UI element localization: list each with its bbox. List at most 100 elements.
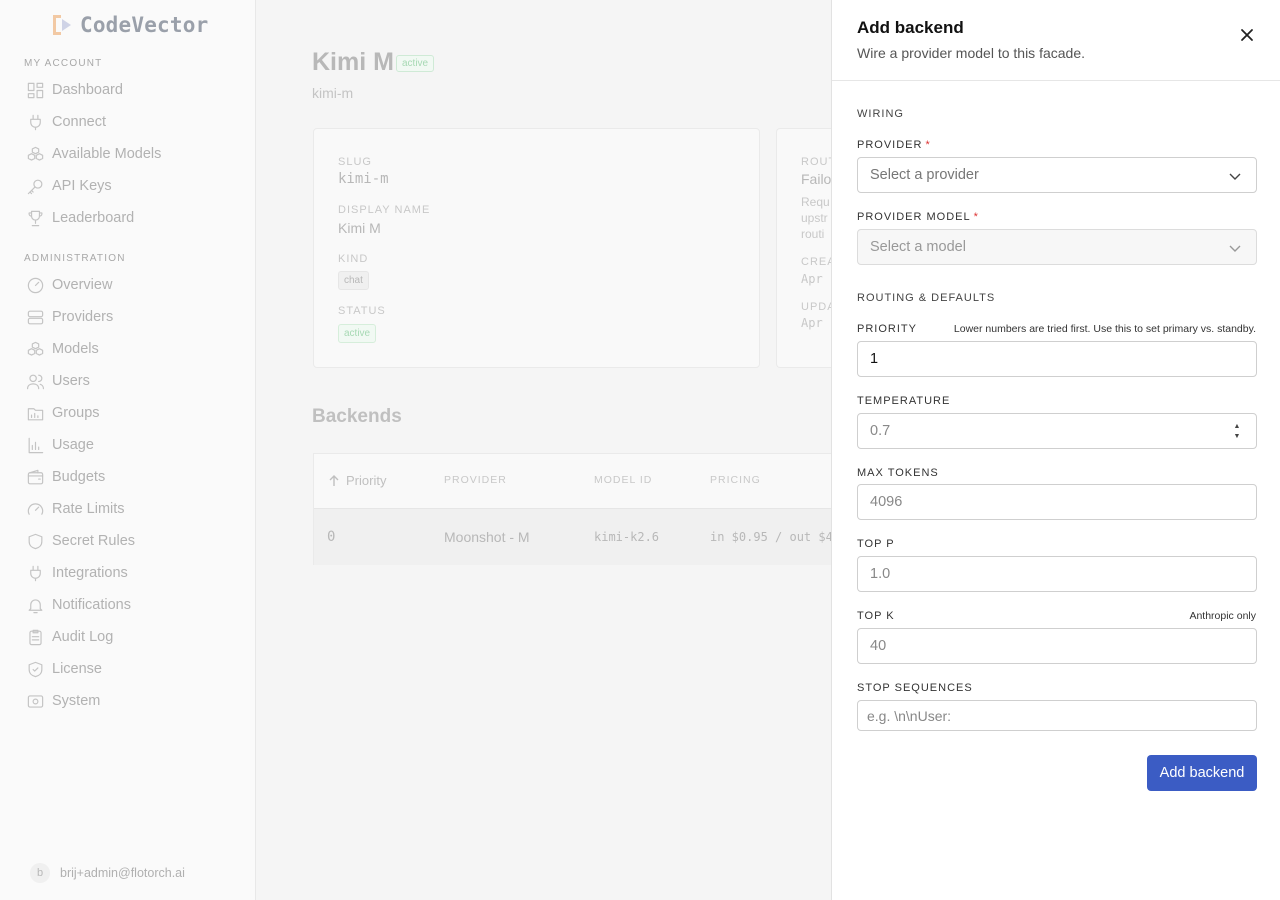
page-subtitle: kimi-m [312, 85, 354, 101]
provider-label: PROVIDER * [857, 139, 931, 151]
top-p-input[interactable]: 1.0 [857, 556, 1257, 592]
backends-heading: Backends [312, 406, 402, 427]
provider-model-select[interactable]: Select a model [857, 229, 1257, 265]
app-logo[interactable]: CodeVector [52, 12, 208, 38]
sidebar-item-budgets[interactable]: Budgets [24, 465, 244, 489]
sidebar-item-label: Integrations [52, 565, 128, 581]
sidebar-item-dashboard[interactable]: Dashboard [24, 78, 244, 102]
add-backend-button[interactable]: Add backend [1147, 755, 1257, 791]
max-tokens-label: MAX TOKENS [857, 467, 939, 479]
bar-chart-icon [24, 434, 46, 456]
status-badge: active [396, 55, 435, 72]
stop-sequences-input-placeholder: e.g. \n\nUser: [867, 707, 952, 724]
max-tokens-input[interactable]: 4096 [857, 484, 1257, 520]
routing-desc-line: routi [801, 227, 825, 241]
top-k-hint: Anthropic only [1189, 610, 1256, 622]
user-email: brij+admin@flotorch.ai [60, 866, 185, 880]
bell-icon [24, 594, 46, 616]
routing-card: ROUT Failo Requ upstr routi CREA Apr UPD… [776, 128, 836, 368]
server-icon [24, 306, 46, 328]
sidebar-item-connect[interactable]: Connect [24, 110, 244, 134]
model-id-cell: kimi-k2.6 [594, 530, 660, 544]
temperature-input[interactable]: 0.7 ▲ ▼ [857, 413, 1257, 449]
provider-model-label-text: PROVIDER MODEL [857, 211, 971, 223]
kind-chip: chat [338, 271, 369, 290]
trophy-icon [24, 207, 46, 229]
priority-column-header[interactable]: Priority [327, 473, 386, 488]
number-stepper[interactable]: ▲ ▼ [1232, 423, 1242, 441]
drawer-subtitle: Wire a provider model to this facade. [857, 45, 1085, 61]
sidebar-item-rate-limits[interactable]: Rate Limits [24, 497, 244, 521]
sidebar-item-models[interactable]: Models [24, 337, 244, 361]
slug-label: SLUG [338, 156, 372, 168]
created-value: Apr [801, 272, 823, 286]
priority-label: PRIORITY [857, 323, 917, 335]
folder-icon [24, 402, 46, 424]
stepper-up-icon[interactable]: ▲ [1234, 423, 1241, 431]
backends-table: Priority PROVIDER MODEL ID PRICING 0 Moo… [313, 453, 834, 565]
sidebar-item-label: Budgets [52, 469, 106, 485]
sidebar-item-license[interactable]: License [24, 657, 244, 681]
priority-header-label: Priority [346, 473, 387, 488]
close-icon [1241, 29, 1253, 41]
user-menu[interactable]: b brij+admin@flotorch.ai [30, 863, 185, 883]
stop-sequences-label: STOP SEQUENCES [857, 682, 973, 694]
sidebar-item-notifications[interactable]: Notifications [24, 593, 244, 617]
stepper-down-icon[interactable]: ▼ [1234, 433, 1241, 441]
sidebar-item-secret-rules[interactable]: Secret Rules [24, 529, 244, 553]
clipboard-icon [24, 626, 46, 648]
sidebar-item-label: Dashboard [52, 82, 123, 98]
sidebar-item-usage[interactable]: Usage [24, 433, 244, 457]
slug-value: kimi-m [338, 171, 389, 187]
sidebar-item-label: Rate Limits [52, 501, 125, 517]
sidebar-item-audit-log[interactable]: Audit Log [24, 625, 244, 649]
provider-label-text: PROVIDER [857, 139, 923, 151]
provider-select-placeholder: Select a provider [870, 167, 979, 183]
updated-value: Apr [801, 316, 823, 330]
sidebar-item-label: Usage [52, 437, 94, 453]
avatar: b [30, 863, 50, 883]
chevron-down-icon [1229, 173, 1241, 180]
sidebar-item-groups[interactable]: Groups [24, 401, 244, 425]
routing-desc-line: Requ [801, 195, 830, 209]
priority-hint: Lower numbers are tried first. Use this … [953, 323, 1256, 335]
codevector-logo-icon [53, 15, 71, 35]
sidebar-item-users[interactable]: Users [24, 369, 244, 393]
provider-column-header: PROVIDER [444, 474, 507, 486]
dashboard-icon [24, 79, 46, 101]
table-row[interactable]: 0 Moonshot - M kimi-k2.6 in $0.95 / out … [314, 508, 834, 565]
sidebar-item-api-keys[interactable]: API Keys [24, 174, 244, 198]
sidebar-item-integrations[interactable]: Integrations [24, 561, 244, 585]
sidebar-item-label: Providers [52, 309, 114, 325]
key-icon [24, 175, 46, 197]
chevron-down-icon [1229, 245, 1241, 252]
top-k-input[interactable]: 40 [857, 628, 1257, 664]
provider-model-select-placeholder: Select a model [870, 239, 966, 255]
display-name-label: DISPLAY NAME [338, 204, 431, 216]
sidebar-item-label: Connect [52, 114, 107, 130]
sidebar-item-label: Overview [52, 277, 113, 293]
close-button[interactable] [1236, 24, 1258, 46]
priority-input[interactable]: 1 [857, 341, 1257, 377]
routing-value: Failo [801, 171, 832, 187]
model-id-column-header: MODEL ID [594, 474, 653, 486]
required-marker: * [925, 139, 931, 151]
drawer-title: Add backend [857, 18, 964, 37]
sidebar-item-system[interactable]: System [24, 689, 244, 713]
top-k-label: TOP K [857, 610, 895, 622]
provider-select[interactable]: Select a provider [857, 157, 1257, 193]
administration-section-label: ADMINISTRATION [24, 253, 126, 264]
stop-sequences-input[interactable]: e.g. \n\nUser: [857, 700, 1257, 731]
priority-cell: 0 [327, 529, 336, 545]
cubes-icon [24, 143, 46, 165]
sidebar-item-overview[interactable]: Overview [24, 273, 244, 297]
sidebar-item-providers[interactable]: Providers [24, 305, 244, 329]
sidebar-item-available-models[interactable]: Available Models [24, 142, 244, 166]
sidebar-item-label: API Keys [52, 178, 112, 194]
pricing-cell: in $0.95 / out $4 [710, 530, 833, 544]
shield-check-icon [24, 658, 46, 680]
sidebar-item-leaderboard[interactable]: Leaderboard [24, 206, 244, 230]
top-p-input-placeholder: 1.0 [870, 566, 891, 582]
details-card: SLUG kimi-m DISPLAY NAME Kimi M KIND cha… [313, 128, 760, 368]
status-chip: active [338, 324, 377, 343]
